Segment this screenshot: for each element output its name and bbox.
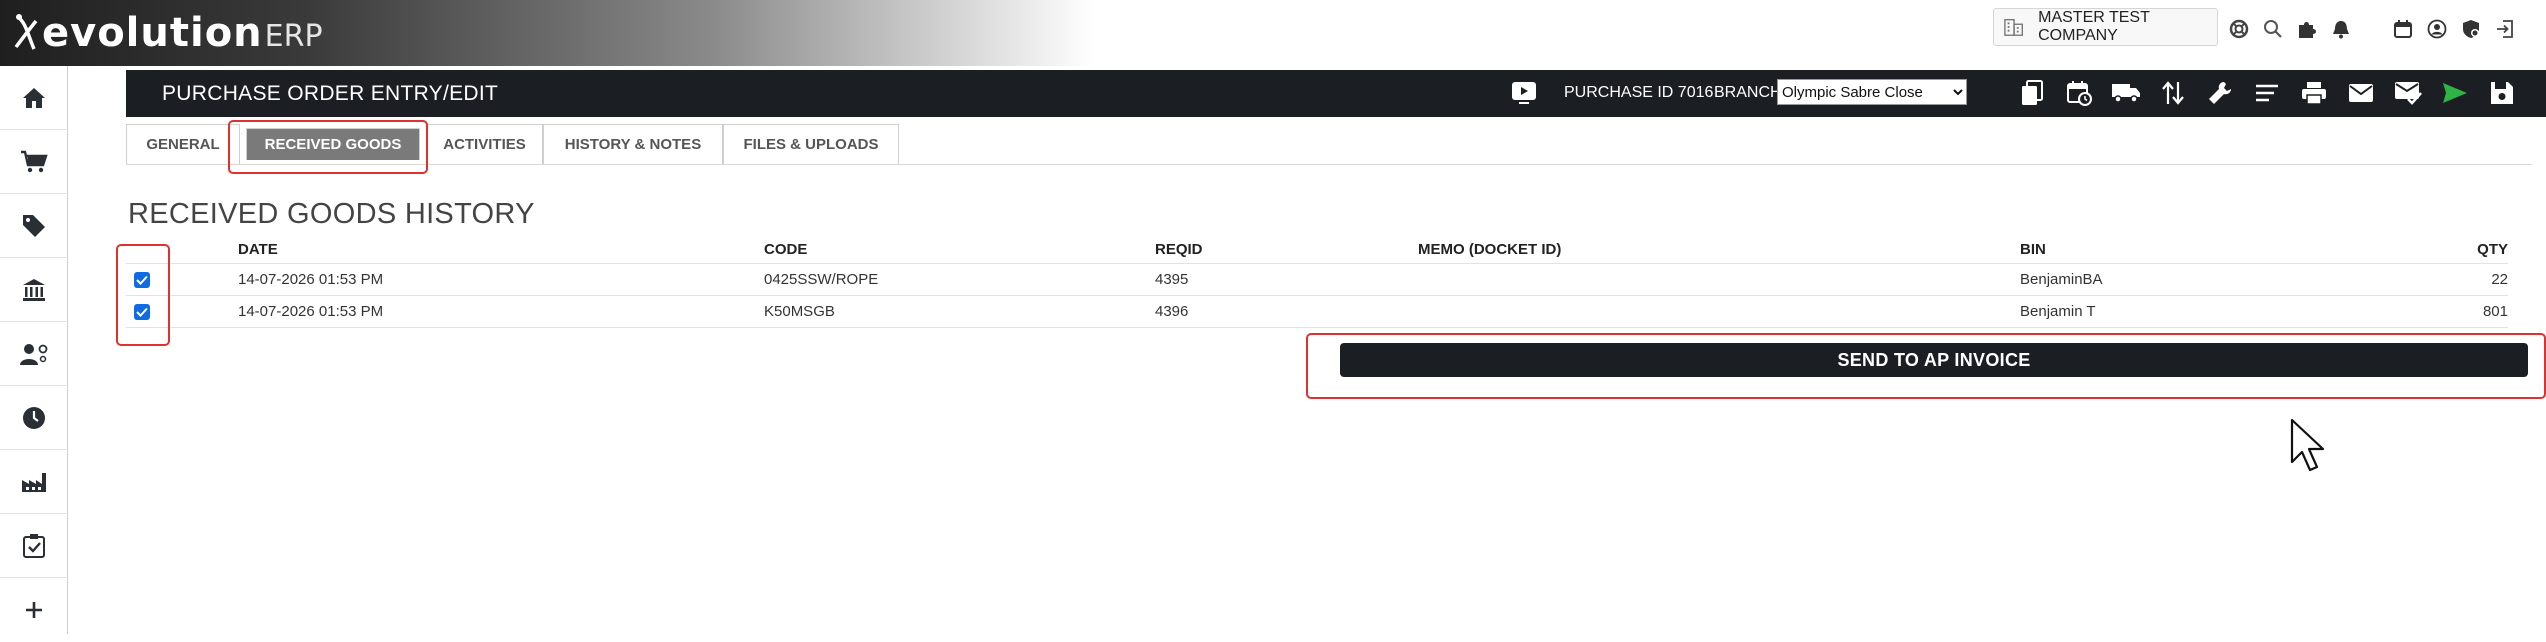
cell-reqid: 4396 [1155, 303, 1189, 320]
cell-date: 14-07-2026 01:53 PM [238, 271, 384, 288]
sidebar-item-time[interactable] [0, 386, 68, 450]
tag-icon [23, 214, 45, 237]
branch-select[interactable]: Olympic Sabre Close [1777, 79, 1967, 105]
clipboard-check-icon [23, 533, 45, 558]
copy-icon [2021, 80, 2043, 105]
print-icon [2301, 82, 2326, 105]
table-row[interactable]: 14-07-2026 01:53 PM 0425SSW/ROPE 4395 Be… [126, 264, 2508, 296]
sidebar-item-people[interactable] [0, 322, 68, 386]
cell-qty: 801 [2482, 303, 2508, 320]
clock-icon [23, 406, 45, 429]
logout-icon[interactable] [2488, 12, 2522, 46]
email-approve-button[interactable] [2384, 76, 2431, 110]
sidebar-item-banking[interactable] [0, 258, 68, 322]
puzzle-icon[interactable] [2290, 12, 2324, 46]
sidebar-item-more[interactable] [0, 578, 68, 642]
tab-files-uploads[interactable]: FILES & UPLOADS [723, 124, 899, 164]
send-button[interactable] [2431, 76, 2478, 110]
email-check-icon [2394, 82, 2422, 105]
cell-reqid: 4395 [1155, 271, 1189, 288]
sidebar-item-sales[interactable] [0, 194, 68, 258]
video-tutorial-icon[interactable] [1510, 79, 1538, 107]
page-title: PURCHASE ORDER ENTRY/EDIT [162, 82, 499, 105]
details-button[interactable] [2243, 76, 2290, 110]
send-icon [2442, 83, 2467, 103]
received-goods-table: DATE CODE REQID MEMO (DOCKET ID) BIN QTY… [126, 236, 2508, 328]
header-actions [2222, 12, 2522, 46]
cell-qty: 22 [2491, 271, 2508, 288]
wrench-icon [2208, 82, 2231, 104]
sidebar-item-manufacturing[interactable] [0, 450, 68, 514]
shield-icon[interactable] [2454, 12, 2488, 46]
save-icon [2490, 82, 2513, 104]
cell-code: 0425SSW/ROPE [764, 271, 879, 288]
sidebar-item-home[interactable] [0, 66, 68, 130]
tab-history-notes[interactable]: HISTORY & NOTES [543, 124, 723, 164]
highlight-checkboxes [116, 244, 170, 346]
tools-button[interactable] [2196, 76, 2243, 110]
highlight-send-button [1306, 333, 2546, 399]
section-title: RECEIVED GOODS HISTORY [128, 198, 535, 230]
list-icon [2255, 84, 2278, 102]
table-row[interactable]: 14-07-2026 01:53 PM K50MSGB 4396 Benjami… [126, 296, 2508, 328]
schedule-button[interactable] [2055, 76, 2102, 110]
column-header-reqid[interactable]: REQID [1155, 241, 1418, 258]
copy-button[interactable] [2008, 76, 2055, 110]
user-circle-icon[interactable] [2420, 12, 2454, 46]
save-button[interactable] [2478, 76, 2525, 110]
cell-bin: Benjamin T [2020, 303, 2096, 320]
help-lifebuoy-icon[interactable] [2222, 12, 2256, 46]
transfer-button[interactable] [2149, 76, 2196, 110]
bank-icon [23, 278, 45, 301]
column-header-date[interactable]: DATE [238, 241, 764, 258]
cell-bin: BenjaminBA [2020, 271, 2103, 288]
highlight-tab [228, 120, 428, 174]
brand-suffix: ERP [264, 18, 323, 54]
cell-code: K50MSGB [764, 303, 835, 320]
column-header-qty[interactable]: QTY [2400, 241, 2508, 258]
cart-icon [21, 150, 48, 172]
truck-icon [2111, 84, 2140, 103]
search-icon[interactable] [2256, 12, 2290, 46]
company-name: MASTER TEST COMPANY [2038, 9, 2150, 44]
building-icon [2004, 18, 2023, 36]
column-header-memo[interactable]: MEMO (DOCKET ID) [1418, 241, 2020, 258]
email-button[interactable] [2337, 76, 2384, 110]
user-gear-icon [20, 343, 48, 365]
column-header-bin[interactable]: BIN [2020, 241, 2400, 258]
toolbar [2008, 76, 2525, 110]
sidebar-item-purchasing[interactable] [0, 130, 68, 194]
tab-bar: GENERAL RECEIVED GOODS ACTIVITIES HISTOR… [126, 124, 2532, 165]
branch-label: BRANCH [1714, 84, 1782, 101]
sidebar [0, 66, 68, 634]
transfer-arrows-icon [2161, 81, 2184, 105]
evolution-logo-icon [14, 14, 38, 50]
top-bar: evolution ERP MASTER TEST COMPANY [0, 0, 2546, 66]
bell-icon[interactable] [2324, 12, 2358, 46]
tab-activities[interactable]: ACTIVITIES [426, 124, 543, 164]
delivery-button[interactable] [2102, 76, 2149, 110]
calendar-clock-icon [2066, 81, 2092, 106]
cell-date: 14-07-2026 01:53 PM [238, 303, 384, 320]
print-button[interactable] [2290, 76, 2337, 110]
brand-name: evolution [42, 10, 263, 56]
mouse-cursor-icon [2290, 418, 2325, 472]
home-icon [23, 87, 45, 108]
company-selector[interactable]: MASTER TEST COMPANY [1993, 8, 2218, 46]
app-logo[interactable]: evolution ERP [12, 10, 323, 56]
table-header: DATE CODE REQID MEMO (DOCKET ID) BIN QTY [126, 236, 2508, 264]
column-header-code[interactable]: CODE [764, 241, 1155, 258]
purchase-id: PURCHASE ID 7016 [1564, 84, 1714, 101]
tab-general[interactable]: GENERAL [126, 124, 240, 164]
calendar-icon[interactable] [2386, 12, 2420, 46]
email-icon [2348, 84, 2373, 102]
factory-icon [22, 472, 46, 492]
page-titlebar: PURCHASE ORDER ENTRY/EDIT PURCHASE ID 70… [126, 70, 2546, 117]
plus-icon [26, 602, 42, 618]
sidebar-item-tasks[interactable] [0, 514, 68, 578]
